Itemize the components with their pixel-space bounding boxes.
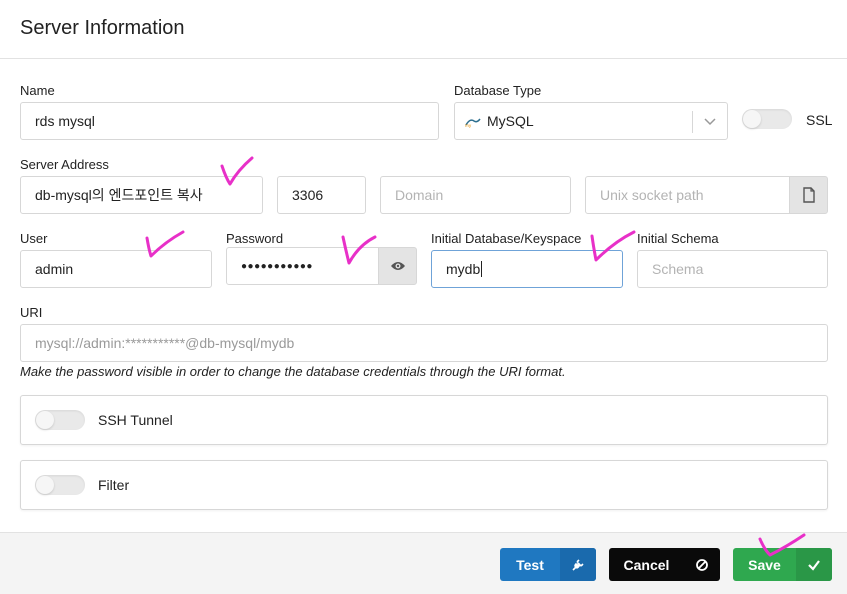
save-button-label: Save bbox=[748, 556, 781, 573]
cancel-icon bbox=[684, 548, 720, 581]
test-button-label: Test bbox=[516, 556, 544, 573]
server-address-label: Server Address bbox=[20, 157, 109, 172]
chevron-down-icon[interactable] bbox=[703, 114, 717, 131]
cancel-button-label: Cancel bbox=[623, 556, 670, 573]
server-address-input[interactable]: db-mysql의 엔드포인트 복사 bbox=[20, 176, 263, 214]
ssh-tunnel-label: SSH Tunnel bbox=[98, 412, 173, 428]
user-input[interactable]: admin bbox=[20, 250, 212, 288]
filter-toggle[interactable] bbox=[35, 475, 85, 495]
initial-schema-input[interactable]: Schema bbox=[637, 250, 828, 288]
mysql-logo-icon: my bbox=[465, 115, 481, 128]
initial-schema-label: Initial Schema bbox=[637, 231, 719, 246]
initial-database-label: Initial Database/Keyspace bbox=[431, 231, 582, 246]
file-browse-button[interactable] bbox=[789, 176, 828, 214]
uri-hint-text: Make the password visible in order to ch… bbox=[20, 364, 566, 379]
database-type-label: Database Type bbox=[454, 83, 542, 98]
ssh-tunnel-toggle[interactable] bbox=[35, 410, 85, 430]
text-cursor bbox=[481, 261, 483, 277]
name-input[interactable]: rds mysql bbox=[20, 102, 439, 140]
filter-panel[interactable]: Filter bbox=[20, 460, 828, 510]
eye-icon bbox=[390, 262, 405, 270]
ssl-label: SSL bbox=[806, 112, 833, 128]
domain-input[interactable]: Domain bbox=[380, 176, 571, 214]
password-input[interactable]: ●●●●●●●●●●● bbox=[226, 247, 379, 285]
svg-text:my: my bbox=[465, 123, 472, 128]
port-input[interactable]: 3306 bbox=[277, 176, 366, 214]
uri-label: URI bbox=[20, 305, 43, 320]
show-password-button[interactable] bbox=[378, 247, 417, 285]
user-label: User bbox=[20, 231, 48, 246]
dialog-footer: Test Cancel Save bbox=[0, 532, 847, 594]
dialog-title: Server Information bbox=[20, 17, 185, 39]
plug-icon bbox=[560, 548, 596, 581]
ssh-tunnel-panel[interactable]: SSH Tunnel bbox=[20, 395, 828, 445]
save-button[interactable]: Save bbox=[733, 548, 832, 581]
test-button[interactable]: Test bbox=[500, 548, 596, 581]
name-label: Name bbox=[20, 83, 55, 98]
uri-input[interactable]: mysql://admin:***********@db-mysql/mydb bbox=[20, 324, 828, 362]
checkmark-icon bbox=[796, 548, 832, 581]
database-type-value: MySQL bbox=[487, 113, 534, 129]
initial-database-input[interactable]: mydb bbox=[431, 250, 623, 288]
ssl-toggle[interactable] bbox=[742, 109, 792, 129]
file-icon bbox=[802, 187, 815, 203]
initial-database-value: mydb bbox=[446, 261, 481, 277]
dialog-header: Server Information bbox=[0, 0, 847, 59]
socket-path-input[interactable]: Unix socket path bbox=[585, 176, 790, 214]
select-divider bbox=[692, 111, 693, 133]
database-type-select[interactable]: my MySQL bbox=[454, 102, 728, 140]
password-label: Password bbox=[226, 231, 284, 246]
filter-label: Filter bbox=[98, 477, 130, 493]
cancel-button[interactable]: Cancel bbox=[609, 548, 720, 581]
